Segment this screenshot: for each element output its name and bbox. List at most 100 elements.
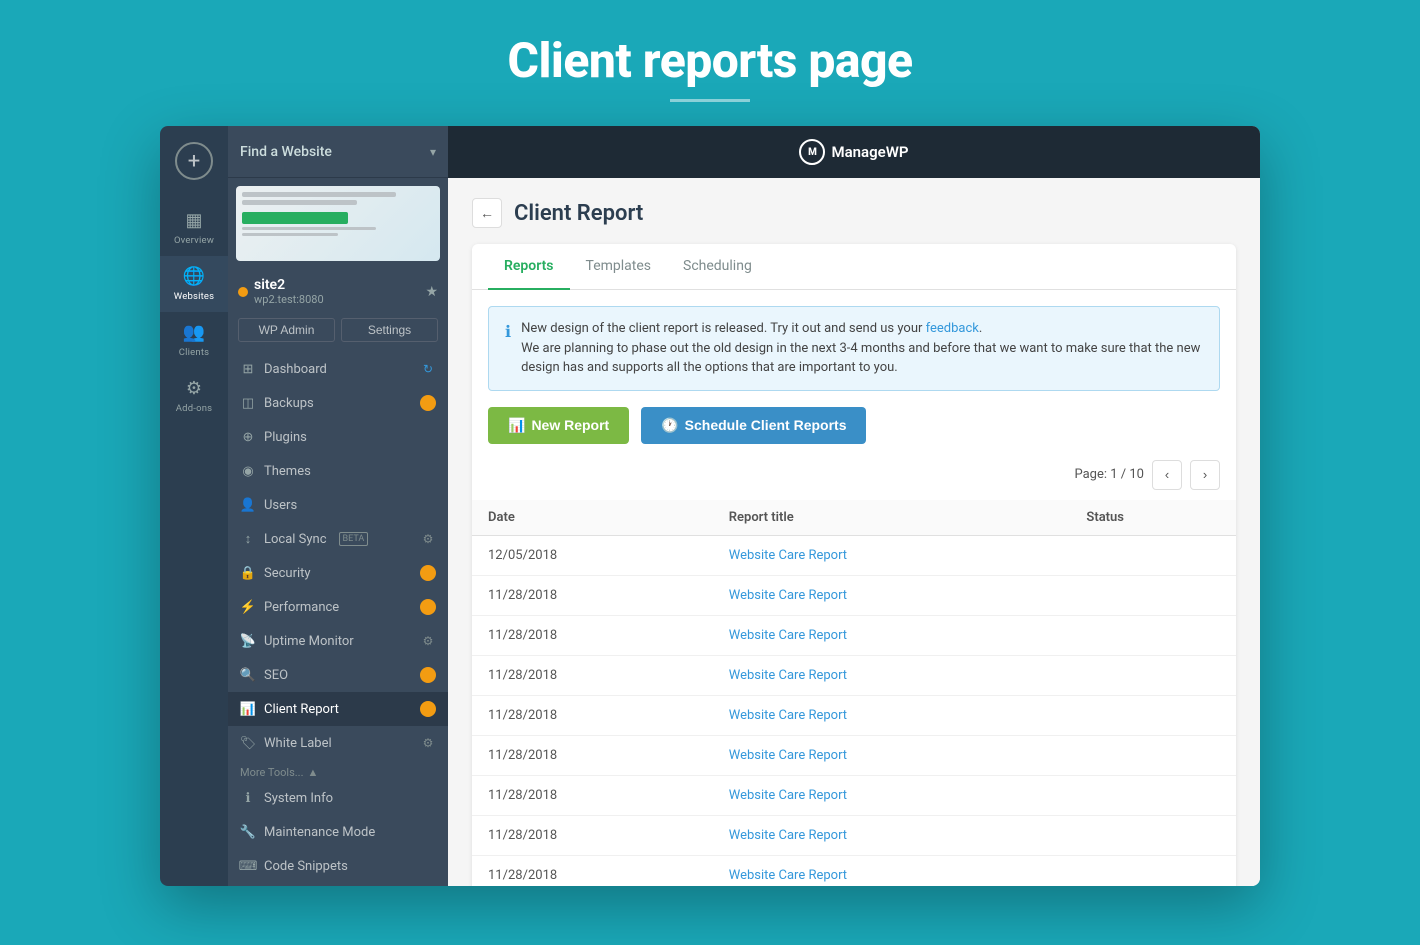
more-tools-label: More Tools... <box>240 766 303 779</box>
settings-button[interactable]: Settings <box>341 318 438 342</box>
info-icon: ℹ <box>505 320 511 344</box>
performance-icon: ⚡ <box>240 599 256 615</box>
sidebar-item-plugins[interactable]: ⊕ Plugins <box>228 420 448 454</box>
code-snippets-icon: ⌨ <box>240 858 256 874</box>
sidebar-item-white-label[interactable]: 🏷 White Label ⚙ <box>228 726 448 760</box>
cell-date: 11/28/2018 <box>472 735 713 775</box>
report-table: Date Report title Status 12/05/2018Websi… <box>472 500 1236 887</box>
users-icon: 👤 <box>240 497 256 513</box>
new-report-button[interactable]: 📊 New Report <box>488 407 629 444</box>
add-website-button[interactable]: + <box>175 142 213 180</box>
page-title: Client reports page <box>0 32 1420 89</box>
tab-reports[interactable]: Reports <box>488 244 570 290</box>
sidebar-item-uptime-monitor[interactable]: 📡 Uptime Monitor ⚙ <box>228 624 448 658</box>
plugins-icon: ⊕ <box>240 429 256 445</box>
rail-item-clients[interactable]: 👥 Clients <box>160 312 228 368</box>
overview-icon: ▦ <box>185 210 202 231</box>
security-badge <box>420 565 436 581</box>
local-sync-gear-icon: ⚙ <box>420 531 436 547</box>
sidebar-item-code-snippets[interactable]: ⌨ Code Snippets <box>228 849 448 883</box>
wp-admin-button[interactable]: WP Admin <box>238 318 335 342</box>
cell-status <box>1070 695 1236 735</box>
report-title-link[interactable]: Website Care Report <box>729 548 847 563</box>
sidebar-item-dashboard[interactable]: ⊞ Dashboard ↻ <box>228 352 448 386</box>
sidebar: Find a Website ▾ site2 wp2.test:8080 <box>228 126 448 886</box>
report-title-link[interactable]: Website Care Report <box>729 748 847 763</box>
feedback-link[interactable]: feedback <box>926 321 979 336</box>
sidebar-item-performance[interactable]: ⚡ Performance <box>228 590 448 624</box>
sidebar-item-themes[interactable]: ◉ Themes <box>228 454 448 488</box>
cell-status <box>1070 735 1236 775</box>
sidebar-label-dashboard: Dashboard <box>264 362 327 377</box>
schedule-reports-button[interactable]: 🕐 Schedule Client Reports <box>641 407 866 444</box>
cell-date: 11/28/2018 <box>472 775 713 815</box>
sidebar-item-maintenance-mode[interactable]: 🔧 Maintenance Mode <box>228 815 448 849</box>
new-report-label: New Report <box>531 417 609 433</box>
sidebar-item-client-report[interactable]: 📊 Client Report <box>228 692 448 726</box>
sidebar-item-history[interactable]: 🕐 History <box>228 883 448 886</box>
content-header: ← Client Report <box>472 198 1236 228</box>
sidebar-label-code-snippets: Code Snippets <box>264 859 348 874</box>
cell-status <box>1070 855 1236 886</box>
tabs-bar: Reports Templates Scheduling <box>472 244 1236 290</box>
sidebar-label-backups: Backups <box>264 396 314 411</box>
cell-title: Website Care Report <box>713 735 1071 775</box>
sidebar-item-seo[interactable]: 🔍 SEO <box>228 658 448 692</box>
cell-title: Website Care Report <box>713 615 1071 655</box>
report-title-link[interactable]: Website Care Report <box>729 868 847 883</box>
table-header: Date Report title Status <box>472 500 1236 536</box>
find-website-label: Find a Website <box>240 144 430 160</box>
logo-text: ManageWP <box>831 143 908 161</box>
site-url: wp2.test:8080 <box>254 293 324 306</box>
report-title-link[interactable]: Website Care Report <box>729 588 847 603</box>
cell-title: Website Care Report <box>713 815 1071 855</box>
star-icon[interactable]: ★ <box>425 284 438 300</box>
sidebar-label-client-report: Client Report <box>264 702 339 717</box>
performance-badge <box>420 599 436 615</box>
chevron-up-icon: ▲ <box>307 766 318 779</box>
sidebar-label-themes: Themes <box>264 464 311 479</box>
white-label-icon: 🏷 <box>240 735 256 751</box>
websites-icon: 🌐 <box>183 266 205 287</box>
report-title-link[interactable]: Website Care Report <box>729 788 847 803</box>
managewp-logo: M ManageWP <box>799 139 908 165</box>
sidebar-label-users: Users <box>264 498 297 513</box>
client-report-badge <box>420 701 436 717</box>
report-title-link[interactable]: Website Care Report <box>729 828 847 843</box>
header-divider <box>670 99 750 102</box>
cell-status <box>1070 655 1236 695</box>
rail-item-overview[interactable]: ▦ Overview <box>160 200 228 256</box>
sidebar-header[interactable]: Find a Website ▾ <box>228 126 448 178</box>
rail-item-addons[interactable]: ⚙ Add-ons <box>160 368 228 424</box>
table-row: 11/28/2018Website Care Report <box>472 575 1236 615</box>
white-label-gear-icon: ⚙ <box>420 735 436 751</box>
back-button[interactable]: ← <box>472 198 502 228</box>
dashboard-icon: ⊞ <box>240 361 256 377</box>
prev-page-button[interactable]: ‹ <box>1152 460 1182 490</box>
sidebar-label-performance: Performance <box>264 600 339 615</box>
uptime-monitor-icon: 📡 <box>240 633 256 649</box>
report-title-link[interactable]: Website Care Report <box>729 668 847 683</box>
table-row: 11/28/2018 Website Care Report <box>472 735 1236 775</box>
sidebar-item-local-sync[interactable]: ↕ Local Sync BETA ⚙ <box>228 522 448 556</box>
rail-item-websites[interactable]: 🌐 Websites <box>160 256 228 312</box>
sidebar-item-users[interactable]: 👤 Users <box>228 488 448 522</box>
clients-icon: 👥 <box>183 322 205 343</box>
sidebar-label-security: Security <box>264 566 311 581</box>
sidebar-label-plugins: Plugins <box>264 430 307 445</box>
sidebar-label-maintenance-mode: Maintenance Mode <box>264 825 375 840</box>
cell-date: 11/28/2018 <box>472 695 713 735</box>
tab-scheduling[interactable]: Scheduling <box>667 244 768 290</box>
sidebar-item-system-info[interactable]: ℹ System Info <box>228 781 448 815</box>
report-title-link[interactable]: Website Care Report <box>729 628 847 643</box>
report-title-link[interactable]: Website Care Report <box>729 708 847 723</box>
sidebar-item-backups[interactable]: ◫ Backups <box>228 386 448 420</box>
tab-templates[interactable]: Templates <box>570 244 668 290</box>
sidebar-item-security[interactable]: 🔒 Security <box>228 556 448 590</box>
info-banner: ℹ New design of the client report is rel… <box>488 306 1220 391</box>
pagination-bar: Page: 1 / 10 ‹ › <box>472 460 1236 500</box>
uptime-gear-icon: ⚙ <box>420 633 436 649</box>
site-status-dot <box>238 287 248 297</box>
next-page-button[interactable]: › <box>1190 460 1220 490</box>
table-body: 12/05/2018Website Care Report11/28/2018W… <box>472 535 1236 886</box>
